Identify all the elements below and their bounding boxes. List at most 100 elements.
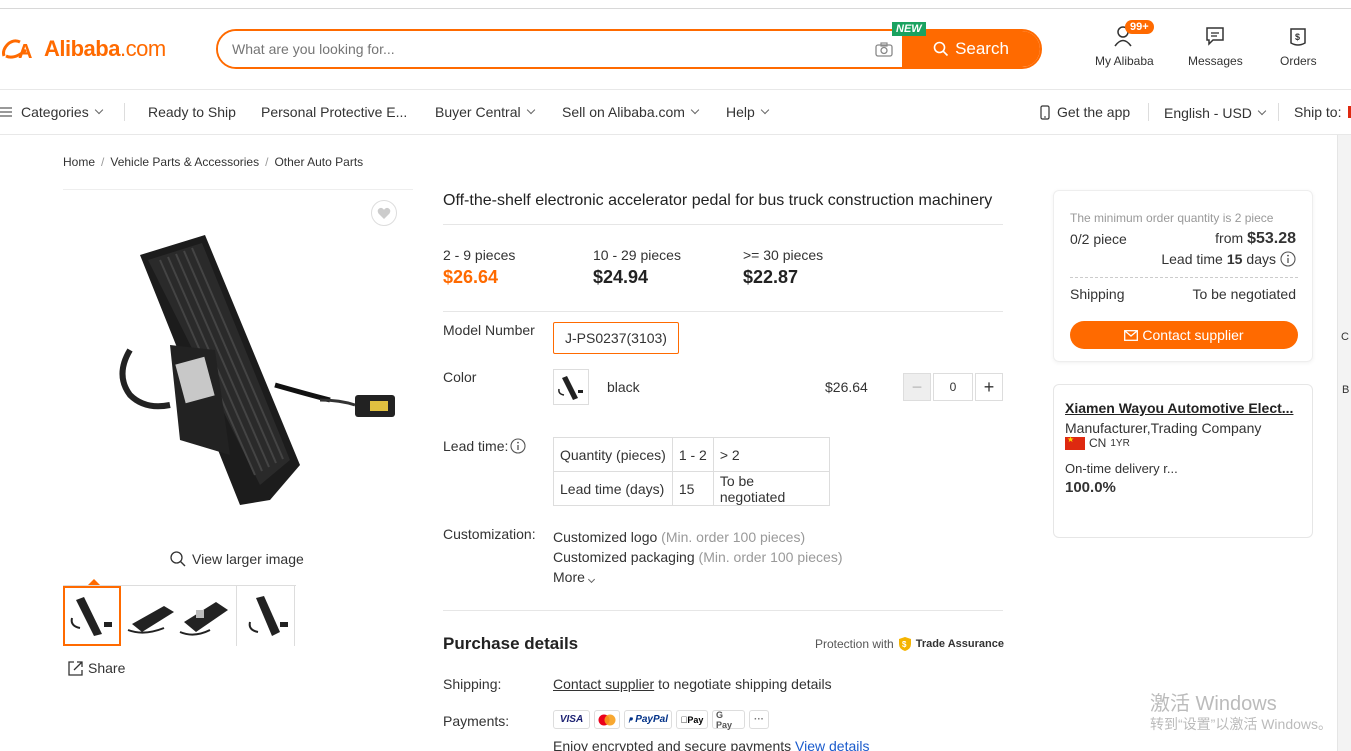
contact-supplier-link[interactable]: Contact supplier — [553, 676, 654, 692]
shipping-value: Contact supplier to negotiate shipping d… — [553, 676, 832, 692]
lead-time-table: Quantity (pieces) 1 - 2 > 2 Lead time (d… — [553, 437, 830, 506]
supplier-name-link[interactable]: Xiamen Wayou Automotive Elect... — [1065, 400, 1305, 416]
logo-text: Alibaba — [44, 36, 120, 61]
message-icon — [1188, 24, 1243, 48]
phone-icon — [1040, 104, 1050, 120]
info-icon[interactable] — [510, 438, 526, 454]
color-price: $26.64 — [825, 379, 868, 395]
trade-assurance-badge[interactable]: Protection with $ Trade Assurance — [815, 636, 1004, 652]
alibaba-logo[interactable]: A Alibaba.com — [0, 34, 166, 64]
categories-menu[interactable]: Categories — [0, 104, 103, 120]
sell-menu[interactable]: Sell on Alibaba.com — [562, 104, 700, 120]
tier-price: $26.64 — [443, 267, 499, 287]
categories-label: Categories — [21, 104, 89, 120]
messages-label: Messages — [1188, 54, 1243, 68]
purchase-divider — [443, 610, 1003, 611]
model-number-option[interactable]: J-PS0237(3103) — [553, 322, 679, 354]
ship-to-label: Ship to: — [1294, 104, 1342, 120]
tier-price: $22.87 — [743, 267, 799, 287]
title-divider — [443, 224, 1003, 225]
svg-text:$: $ — [1295, 32, 1300, 42]
chevron-down-icon — [760, 105, 770, 115]
my-alibaba-link[interactable]: 99+ My Alibaba — [1095, 20, 1154, 68]
view-larger-button[interactable]: View larger image — [170, 551, 304, 567]
nav-divider — [124, 103, 125, 121]
model-number-label: Model Number — [443, 322, 535, 338]
lead-time-label: Lead time: — [443, 438, 526, 454]
protection-label: Protection with — [815, 637, 894, 651]
order-shipping-label: Shipping — [1070, 286, 1125, 302]
search-icon — [933, 41, 949, 57]
apple-pay-icon: Pay — [676, 710, 708, 729]
menu-icon — [0, 107, 12, 117]
breadcrumb: Home / Vehicle Parts & Accessories / Oth… — [63, 155, 364, 169]
customization-list: Customized logo (Min. order 100 pieces) … — [553, 527, 842, 587]
ship-to-selector[interactable]: Ship to: — [1294, 104, 1351, 120]
sell-label: Sell on Alibaba.com — [562, 104, 685, 120]
ontime-value: 100.0% — [1065, 479, 1116, 496]
table-row: Quantity (pieces) 1 - 2 > 2 — [553, 437, 830, 472]
language-selector[interactable]: English - USD — [1164, 105, 1267, 121]
notification-badge: 99+ — [1125, 20, 1154, 34]
help-menu[interactable]: Help — [726, 104, 770, 120]
ready-to-ship-link[interactable]: Ready to Ship — [148, 104, 236, 120]
quantity-input[interactable]: 0 — [933, 373, 973, 401]
orders-link[interactable]: $ Orders — [1280, 24, 1317, 68]
enjoy-text: Enjoy encrypted and secure payments — [553, 738, 792, 751]
contact-supplier-label: Contact supplier — [1142, 327, 1244, 343]
table-row: Lead time (days) 15 To be negotiated — [553, 471, 830, 506]
from-label: from — [1215, 230, 1244, 246]
contact-supplier-button[interactable]: Contact supplier — [1070, 321, 1298, 349]
product-main-image[interactable] — [110, 215, 410, 515]
language-label: English - USD — [1164, 105, 1252, 121]
view-details-link[interactable]: View details — [795, 738, 869, 751]
quantity-stepper: − 0 + — [903, 373, 1003, 401]
new-badge: NEW — [892, 22, 926, 36]
ontime-label: On-time delivery r... — [1065, 461, 1178, 476]
color-option-black[interactable] — [553, 369, 589, 405]
breadcrumb-vehicle-parts[interactable]: Vehicle Parts & Accessories — [110, 155, 259, 169]
price-tier-2: 10 - 29 pieces $24.94 — [593, 247, 681, 288]
get-app-link[interactable]: Get the app — [1040, 104, 1130, 120]
price-tier-1: 2 - 9 pieces $26.64 — [443, 247, 515, 288]
chevron-down-icon — [526, 105, 535, 115]
decrease-button[interactable]: − — [903, 373, 931, 401]
supplier-country: CN 1YR — [1065, 435, 1130, 450]
dashed-divider — [1070, 277, 1298, 278]
breadcrumb-other-auto-parts[interactable]: Other Auto Parts — [274, 155, 363, 169]
thumbnail-2[interactable] — [121, 586, 237, 646]
thumbnail-3[interactable] — [237, 586, 295, 646]
camera-icon[interactable] — [866, 31, 902, 67]
increase-button[interactable]: + — [975, 373, 1003, 401]
breadcrumb-home[interactable]: Home — [63, 155, 95, 169]
price-divider — [443, 311, 1003, 312]
header-divider — [0, 89, 1351, 90]
share-label: Share — [88, 660, 126, 676]
secure-payments-text: Enjoy encrypted and secure payments View… — [553, 738, 869, 751]
table-cell: Lead time (days) — [553, 471, 673, 506]
lead-prefix: Lead time — [1161, 251, 1223, 267]
search-input[interactable] — [218, 31, 866, 67]
country-code: CN — [1089, 436, 1107, 450]
supplier-type: Manufacturer,Trading Company — [1065, 420, 1262, 436]
search-button[interactable]: Search — [902, 31, 1040, 67]
shipping-label: Shipping: — [443, 676, 502, 692]
table-cell: 15 — [671, 471, 714, 506]
order-from-price: from $53.28 — [1215, 230, 1296, 248]
color-name: black — [607, 379, 640, 395]
messages-link[interactable]: Messages — [1188, 24, 1243, 68]
thumbnail-1[interactable] — [63, 586, 121, 646]
get-app-label: Get the app — [1057, 104, 1131, 120]
more-payments-icon[interactable]: ··· — [749, 710, 769, 729]
info-icon[interactable] — [1280, 251, 1296, 267]
more-button[interactable]: More — [553, 567, 842, 587]
custom-logo: Customized logo — [553, 529, 658, 545]
product-title: Off-the-shelf electronic accelerator ped… — [443, 192, 993, 209]
share-button[interactable]: Share — [68, 660, 125, 676]
order-summary-card: The minimum order quantity is 2 piece 0/… — [1053, 190, 1313, 362]
ppe-link[interactable]: Personal Protective E... — [261, 104, 407, 120]
table-cell: 1 - 2 — [671, 437, 714, 472]
svg-text:$: $ — [902, 640, 907, 649]
buyer-central-menu[interactable]: Buyer Central — [435, 104, 535, 120]
lead-suffix: days — [1246, 251, 1276, 267]
